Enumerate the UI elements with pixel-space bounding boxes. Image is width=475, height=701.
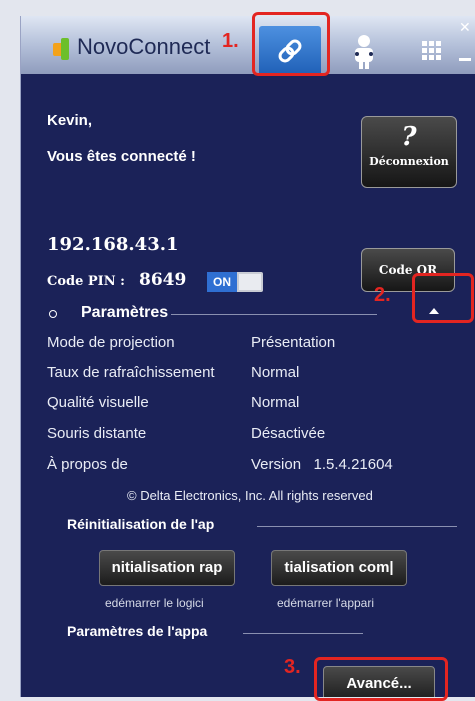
toggle-on-label: ON bbox=[207, 272, 237, 292]
novoconnect-logo-icon bbox=[53, 38, 73, 60]
setting-label: À propos de bbox=[47, 456, 128, 473]
toggle-knob bbox=[239, 274, 261, 290]
version-value: Version 1.5.4.21604 bbox=[251, 456, 393, 473]
annotation-box bbox=[412, 273, 474, 323]
connection-status: Vous êtes connecté ! bbox=[47, 148, 196, 165]
settings-divider bbox=[171, 314, 377, 315]
settings-dot-icon bbox=[49, 310, 57, 318]
pin-toggle[interactable]: ON bbox=[207, 272, 263, 292]
device-settings-divider bbox=[243, 633, 363, 634]
close-icon[interactable]: ✕ bbox=[459, 20, 471, 36]
setting-label: Qualité visuelle bbox=[47, 394, 149, 411]
app-title-thin: Connect bbox=[128, 34, 211, 59]
reset-heading: Réinitialisation de l'ap bbox=[67, 516, 215, 532]
annotation-box bbox=[314, 657, 448, 701]
annotation-box bbox=[252, 12, 330, 76]
quick-reset-caption: edémarrer le logici bbox=[105, 596, 204, 610]
annotation-number: 1. bbox=[222, 30, 239, 52]
full-reset-button[interactable]: tialisation com| bbox=[271, 550, 407, 586]
setting-label: Mode de projection bbox=[47, 334, 175, 351]
setting-value[interactable]: Normal bbox=[251, 364, 299, 381]
full-reset-caption: edémarrer l'appari bbox=[277, 596, 375, 610]
ip-address: 192.168.43.1 bbox=[47, 234, 179, 255]
novoconnect-window: NovoConnect ✕ Kevin, Vous êtes connecté … bbox=[20, 16, 475, 697]
device-settings-heading: Paramètres de l'appa bbox=[67, 623, 208, 639]
settings-heading: Paramètres bbox=[81, 304, 169, 321]
setting-value[interactable]: Normal bbox=[251, 394, 299, 411]
annotation-number: 2. bbox=[374, 284, 391, 306]
reset-divider bbox=[257, 526, 457, 527]
quick-reset-button[interactable]: nitialisation rap bbox=[99, 550, 235, 586]
setting-label: Souris distante bbox=[47, 425, 147, 442]
tab-apps[interactable] bbox=[401, 26, 463, 76]
users-icon bbox=[355, 35, 373, 69]
app-title-bold: Novo bbox=[77, 34, 129, 59]
tab-participants[interactable] bbox=[333, 26, 395, 76]
user-name: Kevin, bbox=[47, 112, 93, 129]
pin-label: Code PIN : bbox=[47, 274, 125, 289]
grid-icon bbox=[422, 41, 441, 60]
setting-value[interactable]: Présentation bbox=[251, 334, 335, 351]
setting-label: Taux de rafraîchissement bbox=[47, 364, 215, 381]
disconnect-label: Déconnexion bbox=[369, 155, 449, 168]
copyright-text: © Delta Electronics, Inc. All rights res… bbox=[127, 488, 373, 503]
minimize-icon[interactable] bbox=[459, 58, 471, 61]
pin-value: 8649 bbox=[139, 270, 187, 290]
disconnect-button[interactable]: ? Déconnexion bbox=[361, 116, 457, 188]
app-title: NovoConnect bbox=[77, 34, 210, 60]
setting-value[interactable]: Désactivée bbox=[251, 425, 325, 442]
title-bar: NovoConnect ✕ bbox=[21, 16, 475, 76]
disconnect-icon: ? bbox=[401, 122, 417, 152]
annotation-number: 3. bbox=[284, 656, 301, 678]
